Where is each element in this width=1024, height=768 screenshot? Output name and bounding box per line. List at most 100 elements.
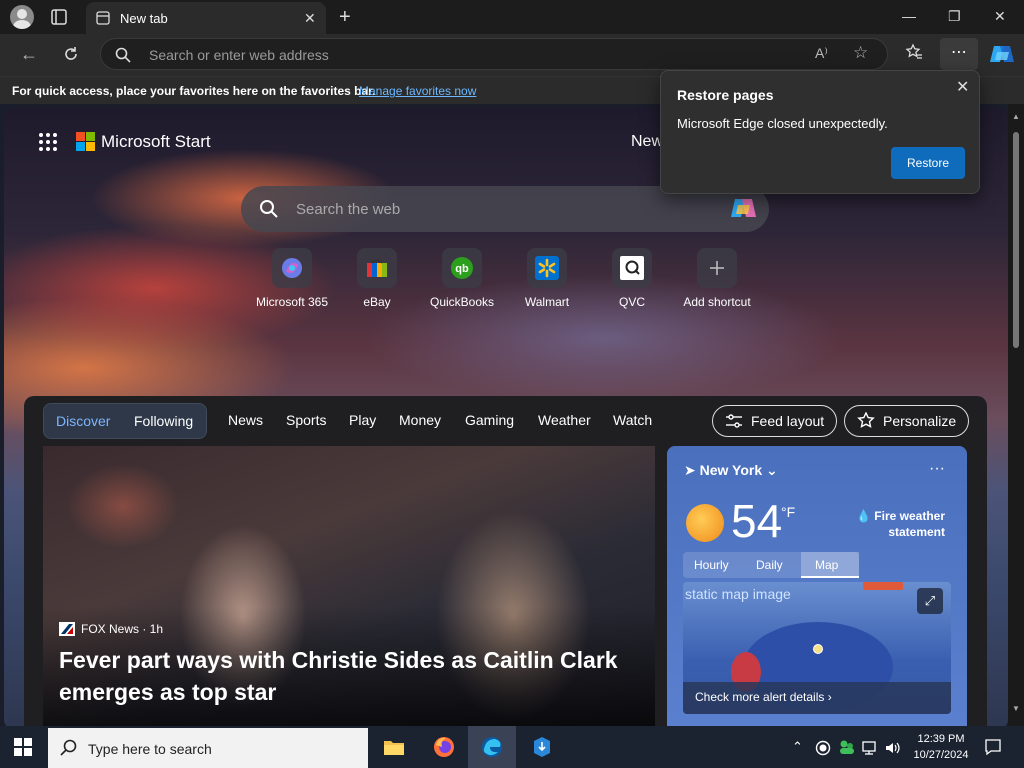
- title-bar: New tab ✕ + — ❐ ✕: [0, 0, 1024, 34]
- file-explorer-icon[interactable]: [370, 726, 418, 768]
- firefox-icon[interactable]: [420, 726, 468, 768]
- weather-alert-label: Fire weather statement: [874, 509, 945, 539]
- record-status-icon[interactable]: [815, 740, 831, 756]
- weather-location[interactable]: ➤ New York ⌄: [684, 462, 778, 479]
- manage-favorites-link[interactable]: Manage favorites now: [359, 84, 476, 98]
- location-arrow-icon: ➤: [684, 462, 696, 478]
- nav-watch[interactable]: Watch: [613, 412, 652, 428]
- system-clock[interactable]: 12:39 PM 10/27/2024: [908, 731, 974, 763]
- tray-chevron-up-icon[interactable]: ⌃: [792, 739, 803, 755]
- weather-card[interactable]: ➤ New York ⌄ ··· 54 °F 💧 Fire weather st…: [667, 446, 967, 726]
- popup-close-button[interactable]: ✕: [956, 77, 969, 97]
- article-source: FOX News · 1h: [59, 622, 163, 636]
- weather-alert-link[interactable]: 💧 Fire weather statement: [849, 508, 945, 540]
- shortcut-quickbooks[interactable]: qb QuickBooks: [419, 248, 505, 309]
- volume-icon[interactable]: [884, 740, 902, 756]
- favorites-bar-message: For quick access, place your favorites h…: [12, 84, 376, 98]
- alert-details-link[interactable]: Check more alert details ›: [683, 682, 951, 714]
- restore-pages-popup: Restore pages Microsoft Edge closed unex…: [660, 70, 980, 194]
- read-aloud-icon[interactable]: A⁾: [815, 45, 828, 62]
- taskbar-search-input[interactable]: Type here to search: [88, 741, 212, 757]
- nav-sports[interactable]: Sports: [286, 412, 326, 428]
- network-icon[interactable]: [862, 740, 880, 756]
- shortcut-qvc[interactable]: QVC: [589, 248, 675, 309]
- scroll-down-icon[interactable]: ▼: [1012, 704, 1020, 713]
- tab-close-button[interactable]: ✕: [304, 10, 316, 27]
- header-news-link[interactable]: New: [631, 133, 663, 151]
- temperature-unit[interactable]: °F: [781, 504, 795, 520]
- tab-hourly[interactable]: Hourly: [694, 558, 729, 572]
- plus-icon: [697, 248, 737, 288]
- settings-and-more-button[interactable]: ⋯: [940, 38, 978, 70]
- shortcut-walmart[interactable]: Walmart: [504, 248, 590, 309]
- shortcut-label: QuickBooks: [429, 295, 495, 309]
- shortcut-label: Microsoft 365: [255, 295, 329, 309]
- nav-money[interactable]: Money: [399, 412, 441, 428]
- article-headline[interactable]: Fever part ways with Christie Sides as C…: [59, 644, 639, 708]
- scroll-up-icon[interactable]: ▲: [1012, 112, 1020, 121]
- close-window-button[interactable]: ✕: [994, 8, 1006, 25]
- news-feed: Discover Following News Sports Play Mone…: [24, 396, 987, 726]
- microsoft-edge-icon[interactable]: [468, 726, 516, 768]
- add-favorite-star-icon[interactable]: ☆: [853, 43, 868, 63]
- quickbooks-icon: qb: [442, 248, 482, 288]
- favorites-icon[interactable]: [905, 43, 923, 61]
- app-installer-icon[interactable]: [518, 726, 566, 768]
- clock-date: 10/27/2024: [913, 749, 969, 761]
- taskbar-search-box[interactable]: Type here to search: [48, 728, 368, 768]
- expand-map-icon[interactable]: ⤢: [917, 588, 943, 614]
- people-app-icon[interactable]: [838, 739, 856, 755]
- shortcut-label: QVC: [618, 295, 645, 309]
- shortcut-microsoft-365[interactable]: Microsoft 365: [249, 248, 335, 309]
- search-icon: [60, 739, 77, 756]
- address-bar[interactable]: Search or enter web address A⁾ ☆: [100, 38, 888, 70]
- nav-news[interactable]: News: [228, 412, 263, 428]
- ebay-icon: [357, 248, 397, 288]
- tab-daily[interactable]: Daily: [756, 558, 783, 572]
- page-scrollbar[interactable]: ▲ ▼: [1008, 104, 1024, 726]
- add-shortcut-button[interactable]: Add shortcut: [674, 248, 760, 309]
- hero-article-card[interactable]: FOX News · 1h Fever part ways with Chris…: [43, 446, 655, 726]
- address-input[interactable]: Search or enter web address: [149, 47, 329, 63]
- brand-title[interactable]: Microsoft Start: [101, 132, 211, 152]
- notification-center-icon[interactable]: [984, 738, 1002, 756]
- tab-title: New tab: [120, 11, 168, 26]
- map-image-alt: static map image: [685, 586, 791, 602]
- windows-start-icon[interactable]: [14, 738, 32, 756]
- tab-new-tab[interactable]: New tab ✕: [86, 2, 326, 34]
- tab-discover[interactable]: Discover: [56, 413, 110, 429]
- tab-following[interactable]: Following: [134, 413, 193, 429]
- nav-play[interactable]: Play: [349, 412, 376, 428]
- sunny-weather-icon: [686, 504, 724, 542]
- profile-avatar[interactable]: [10, 5, 34, 29]
- new-tab-button[interactable]: +: [339, 6, 351, 29]
- copilot-icon[interactable]: [988, 40, 1016, 68]
- refresh-icon[interactable]: [62, 45, 80, 63]
- weather-tab-group: Hourly Daily Map: [683, 552, 859, 578]
- nav-gaming[interactable]: Gaming: [465, 412, 514, 428]
- minimize-button[interactable]: —: [902, 8, 916, 24]
- tab-map[interactable]: Map: [801, 552, 859, 578]
- web-search-input[interactable]: Search the web: [296, 201, 400, 218]
- app-launcher-icon[interactable]: [38, 132, 58, 152]
- weather-map[interactable]: static map image ⤢ Check more alert deta…: [683, 582, 951, 714]
- walmart-icon: [527, 248, 567, 288]
- back-arrow-icon[interactable]: ←: [20, 44, 38, 65]
- copilot-search-icon[interactable]: [729, 195, 759, 223]
- location-marker-icon: [813, 644, 823, 654]
- new-tab-page: Microsoft Start New Search the web Micro…: [0, 104, 1024, 726]
- scroll-thumb[interactable]: [1013, 132, 1019, 348]
- nav-weather[interactable]: Weather: [538, 412, 591, 428]
- feed-layout-button[interactable]: Feed layout: [712, 405, 838, 437]
- fox-news-logo-icon: [59, 622, 75, 636]
- search-icon: [260, 200, 278, 218]
- restore-button[interactable]: Restore: [891, 147, 965, 179]
- shortcut-ebay[interactable]: eBay: [334, 248, 420, 309]
- personalize-button[interactable]: Personalize: [844, 405, 970, 437]
- personalize-label: Personalize: [883, 413, 957, 429]
- weather-more-options-button[interactable]: ···: [929, 460, 945, 478]
- restore-window-button[interactable]: ❐: [948, 8, 961, 25]
- temperature-value: 54: [731, 495, 783, 547]
- tab-actions-icon[interactable]: [50, 8, 68, 26]
- flame-icon: 💧: [856, 509, 871, 523]
